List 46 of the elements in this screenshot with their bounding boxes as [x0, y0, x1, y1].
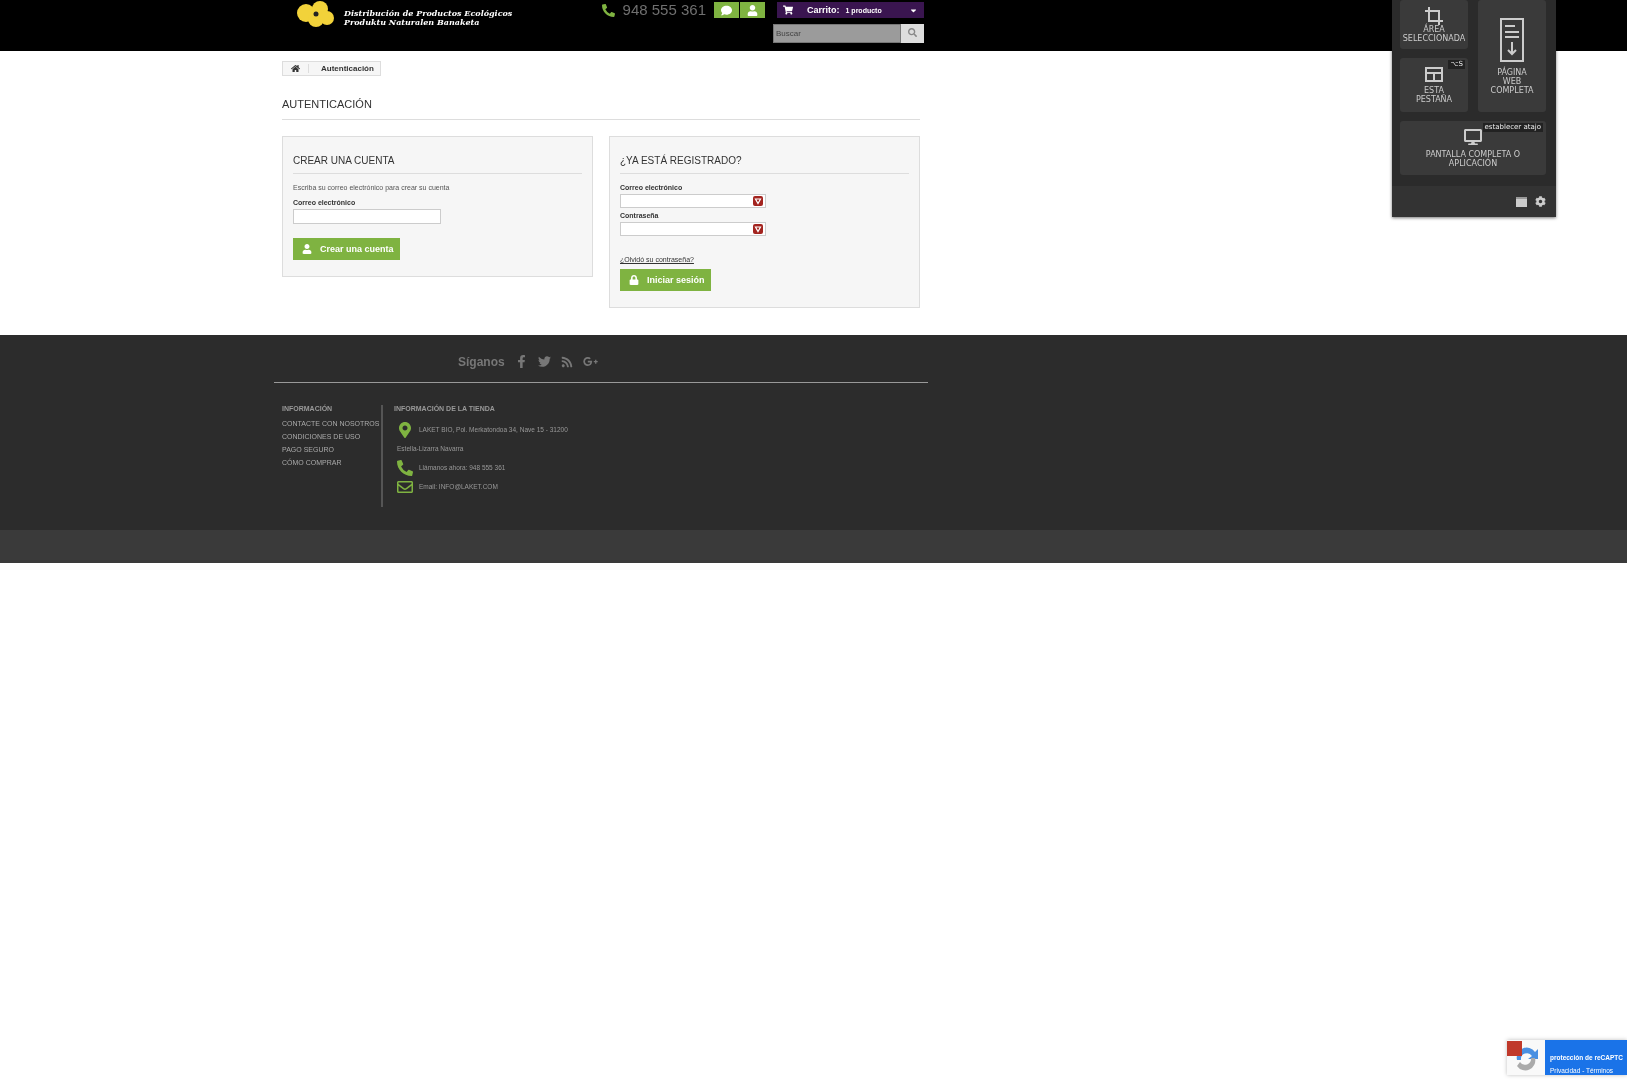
shield-icon — [753, 196, 763, 206]
home-icon — [291, 64, 300, 73]
monitor-icon — [1464, 128, 1482, 146]
crop-icon — [1425, 6, 1443, 25]
twitter-icon — [537, 355, 551, 368]
search-field[interactable]: Buscar — [773, 24, 901, 43]
tile-label: PESTAÑA — [1415, 94, 1453, 104]
tile-label: WEB — [1502, 76, 1522, 86]
search-icon — [908, 28, 917, 37]
password-field[interactable] — [620, 222, 766, 236]
cart-icon — [783, 5, 793, 15]
tile-label: ESTA — [1424, 85, 1444, 95]
phone-icon — [601, 3, 615, 17]
logo-subtitle: Produktu Naturalen Banaketa — [344, 18, 480, 27]
clapperboard-icon[interactable] — [1516, 196, 1527, 207]
map-pin-icon — [397, 421, 413, 438]
email-field[interactable] — [620, 194, 766, 208]
envelope-icon — [397, 478, 413, 495]
chat-icon — [721, 4, 732, 16]
email-field[interactable] — [293, 209, 441, 224]
panel-title: ¿YA ESTÁ REGISTRADO? — [620, 155, 909, 174]
logo-subtitle: Distribución de Productos Ecológicos — [344, 9, 513, 18]
breadcrumb-current: Autenticación — [320, 64, 375, 73]
selected-area-button[interactable]: ÁREA SELECCIONADA — [1400, 0, 1468, 49]
page-icon — [1500, 17, 1524, 62]
lock-icon — [629, 275, 639, 285]
search-button[interactable] — [901, 24, 924, 43]
tab-icon — [1425, 66, 1443, 82]
tile-label: PÁGINA — [1497, 67, 1527, 77]
tile-label: APLICACIÓN — [1448, 159, 1498, 168]
tile-label: COMPLETA — [1490, 85, 1534, 95]
shield-icon — [753, 224, 763, 234]
rss-icon — [560, 355, 573, 368]
user-icon — [747, 4, 758, 16]
page-title: AUTENTICACIÓN — [282, 98, 920, 120]
full-page-button[interactable]: PÁGINA WEB COMPLETA — [1478, 0, 1546, 112]
tile-label: PANTALLA COMPLETA O — [1425, 150, 1521, 159]
tile-label: SELECCIONADA — [1402, 33, 1466, 43]
panel-title: CREAR UNA CUENTA — [293, 155, 582, 174]
user-icon — [302, 244, 312, 254]
settings-icon — [1535, 196, 1546, 207]
header-phone: 948 555 361 — [622, 2, 706, 18]
phone-icon — [397, 459, 413, 476]
google-plus-icon — [582, 354, 598, 369]
tile-label: ÁREA — [1423, 24, 1445, 34]
follow-label: Síganos — [458, 354, 505, 369]
